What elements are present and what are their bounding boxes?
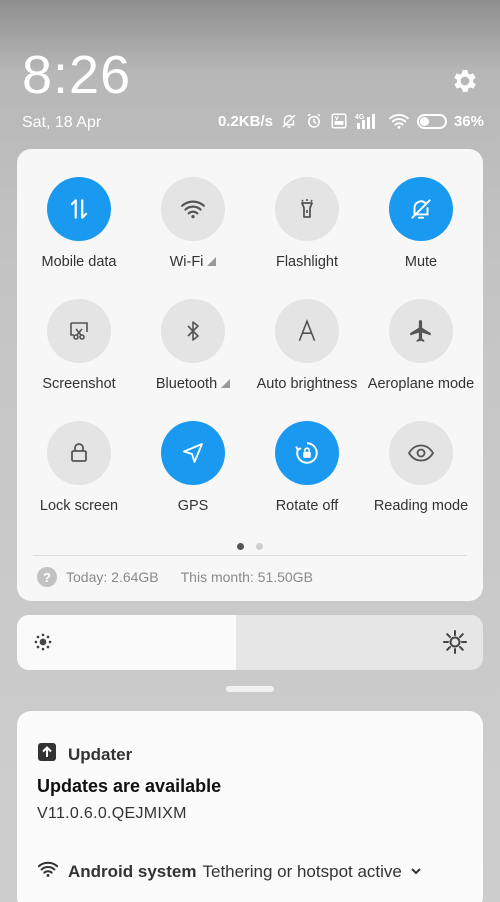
brightness-high-icon: [443, 630, 467, 659]
mute-bell-icon[interactable]: [389, 177, 453, 241]
data-usage[interactable]: ? Today: 2.64GB This month: 51.50GB: [37, 567, 313, 587]
page-dot-2[interactable]: [256, 543, 263, 550]
aeroplane-icon[interactable]: [389, 299, 453, 363]
battery-fill: [419, 116, 429, 126]
screenshot-icon[interactable]: [47, 299, 111, 363]
help-icon[interactable]: ?: [37, 567, 57, 587]
volte-icon: [330, 112, 348, 130]
tile-mute[interactable]: Mute: [364, 177, 478, 287]
eye-icon[interactable]: [389, 421, 453, 485]
divider: [33, 555, 467, 556]
tile-label: Reading mode: [364, 498, 478, 514]
tile-label: Bluetooth: [136, 376, 250, 392]
updater-header: Updater: [37, 742, 132, 767]
tile-label-text: GPS: [177, 498, 209, 514]
tile-wi-fi[interactable]: Wi-Fi: [136, 177, 250, 287]
tile-label-text: Mobile data: [41, 254, 117, 270]
tile-label-text: Lock screen: [39, 498, 119, 514]
tile-label-text: Screenshot: [42, 376, 116, 392]
page-dot-1[interactable]: [237, 543, 244, 550]
updater-text: V11.0.6.0.QEJMIXM: [37, 805, 187, 822]
tile-label-text: Flashlight: [275, 254, 339, 270]
tile-label: GPS: [136, 498, 250, 514]
tile-label: Screenshot: [22, 376, 136, 392]
system-app-name: Android system: [68, 861, 197, 881]
expand-corner-icon: [221, 379, 231, 388]
updater-title: Updates are available: [37, 776, 222, 796]
tile-label: Aeroplane mode: [364, 376, 478, 392]
battery-percent: 36%: [453, 112, 484, 130]
rotate-lock-icon[interactable]: [275, 421, 339, 485]
tile-aeroplane-mode[interactable]: Aeroplane mode: [364, 299, 478, 409]
mute-status-icon: [280, 112, 298, 130]
tile-rotate-off[interactable]: Rotate off: [250, 421, 364, 531]
expand-corner-icon: [207, 257, 217, 266]
tile-screenshot[interactable]: Screenshot: [22, 299, 136, 409]
tile-label-text: Reading mode: [373, 498, 469, 514]
tile-label: Mobile data: [22, 254, 136, 270]
quick-settings-panel: Mobile data Wi-Fi Flashlight Mute Screenshot…: [17, 149, 483, 601]
updater-arrow-icon: [37, 742, 57, 767]
tile-label-text: Aeroplane mode: [367, 376, 475, 392]
settings-gear-icon[interactable]: [450, 66, 480, 96]
wifi-status-icon: [388, 113, 410, 129]
net-speed: 0.2KB/s: [217, 112, 273, 130]
date[interactable]: Sat, 18 Apr: [22, 114, 101, 132]
tile-label-text: Rotate off: [275, 498, 339, 514]
tile-label: Flashlight: [250, 254, 364, 270]
hotspot-wifi-icon: [37, 860, 59, 883]
updater-app-name: Updater: [68, 744, 133, 764]
alarm-icon: [305, 112, 323, 130]
signal-4g-icon: 4G: [355, 112, 381, 130]
tile-mobile-data[interactable]: Mobile data: [22, 177, 136, 287]
usage-month: This month: 51.50GB: [180, 569, 313, 585]
tile-label: Mute: [364, 254, 478, 270]
system-notification[interactable]: Android system Tethering or hotspot acti…: [37, 860, 422, 883]
expand-chevron-icon[interactable]: [410, 862, 422, 882]
tile-label-text: Auto brightness: [256, 376, 358, 392]
tile-gps[interactable]: GPS: [136, 421, 250, 531]
brightness-slider[interactable]: [17, 615, 483, 670]
tile-label-text: Mute: [404, 254, 438, 270]
wifi-icon[interactable]: [161, 177, 225, 241]
drag-handle[interactable]: [226, 686, 274, 692]
system-text: Tethering or hotspot active: [202, 861, 402, 881]
gps-icon[interactable]: [161, 421, 225, 485]
auto-brightness-icon[interactable]: [275, 299, 339, 363]
tile-label: Wi-Fi: [136, 254, 250, 270]
brightness-low-icon: [33, 632, 53, 657]
tile-label-text: Bluetooth: [155, 376, 218, 392]
usage-today: Today: 2.64GB: [66, 569, 159, 585]
tile-lock-screen[interactable]: Lock screen: [22, 421, 136, 531]
lock-icon[interactable]: [47, 421, 111, 485]
tile-label-text: Wi-Fi: [169, 254, 204, 270]
tile-label: Rotate off: [250, 498, 364, 514]
status-icons: 0.2KB/s 4G 36%: [218, 112, 484, 130]
tile-label: Auto brightness: [250, 376, 364, 392]
page-indicator: [17, 543, 483, 550]
tile-reading-mode[interactable]: Reading mode: [364, 421, 478, 531]
notification-card[interactable]: Updater Updates are available V11.0.6.0.…: [17, 711, 483, 902]
tile-label: Lock screen: [22, 498, 136, 514]
tile-auto-brightness[interactable]: Auto brightness: [250, 299, 364, 409]
tile-flashlight[interactable]: Flashlight: [250, 177, 364, 287]
battery-icon: [416, 113, 447, 129]
tile-bluetooth[interactable]: Bluetooth: [136, 299, 250, 409]
status-bar: 8:26 Sat, 18 Apr 0.2KB/s 4G 36%: [0, 0, 500, 140]
flashlight-icon[interactable]: [275, 177, 339, 241]
bluetooth-icon[interactable]: [161, 299, 225, 363]
clock[interactable]: 8:26: [22, 44, 131, 106]
svg-text:4G: 4G: [355, 114, 365, 121]
mobile-data-icon[interactable]: [47, 177, 111, 241]
